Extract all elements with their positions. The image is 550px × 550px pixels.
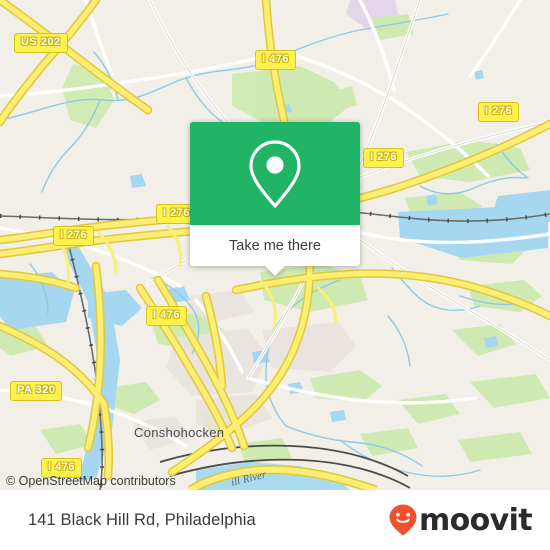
map-attribution: © OpenStreetMap contributors (6, 474, 176, 488)
highway-shield-pa-320: PA 320 (10, 381, 63, 401)
popup-header (190, 122, 360, 225)
highway-shield-i-276-east: I 276 (363, 148, 404, 168)
highway-shield-i-476-center: I 476 (146, 306, 187, 326)
map-pin-icon (249, 139, 301, 208)
highway-shield-i-276-northeast: I 276 (478, 102, 519, 122)
popup-pointer (264, 265, 286, 276)
popup-cta-label: Take me there (229, 237, 321, 254)
moovit-map-card: Conshohocken ill River US 202 I 476 I 27… (0, 0, 550, 550)
address-label: 141 Black Hill Rd, Philadelphia (28, 510, 256, 529)
highway-shield-us-202: US 202 (14, 33, 68, 53)
map-town-label: Conshohocken (134, 425, 224, 440)
location-popup[interactable]: Take me there (190, 122, 360, 276)
popup-cta[interactable]: Take me there (190, 225, 360, 266)
footer-bar: 141 Black Hill Rd, Philadelphia moovit (0, 490, 550, 550)
highway-shield-i-476-north: I 476 (255, 50, 296, 70)
moovit-wordmark: moovit (418, 502, 533, 538)
moovit-logo: moovit (388, 502, 533, 538)
highway-shield-i-276-west: I 276 (53, 226, 94, 246)
moovit-pin-icon (389, 504, 417, 536)
